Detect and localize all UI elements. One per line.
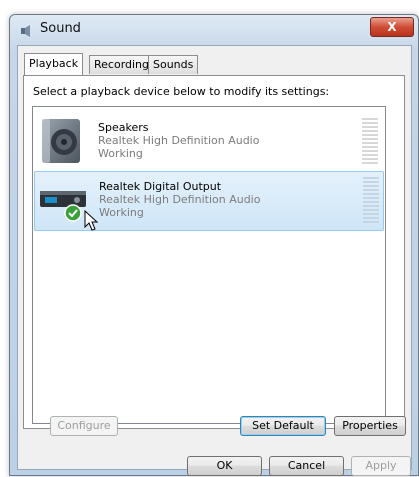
device-status: Working (99, 206, 144, 219)
tab-playback[interactable]: Playback (24, 53, 84, 75)
device-list: Speakers Realtek High Definition Audio W… (32, 106, 386, 424)
device-name: Speakers (98, 121, 149, 134)
tab-sounds[interactable]: Sounds (148, 55, 199, 74)
device-description: Realtek High Definition Audio (98, 134, 260, 147)
device-item-speakers[interactable]: Speakers Realtek High Definition Audio W… (34, 113, 382, 171)
properties-button[interactable]: Properties (334, 416, 406, 436)
tab-recording[interactable]: Recording (89, 55, 155, 74)
device-description: Realtek High Definition Audio (99, 193, 261, 206)
window-title: Sound (40, 21, 81, 36)
apply-button[interactable]: Apply (351, 456, 411, 476)
speaker-volume-icon (21, 25, 30, 37)
device-name: Realtek Digital Output (99, 180, 222, 193)
close-button[interactable]: X (370, 17, 414, 37)
volume-meter (363, 177, 379, 223)
volume-meter (362, 118, 378, 164)
set-default-button[interactable]: Set Default (240, 416, 326, 436)
mouse-pointer-icon (84, 210, 99, 231)
sound-dialog: Sound X Playback Recording Sounds Select… (9, 14, 419, 476)
speaker-icon (42, 119, 80, 163)
digital-output-icon (40, 191, 86, 222)
configure-button[interactable]: Configure (50, 416, 118, 436)
dialog-client-area: Playback Recording Sounds Select a playb… (17, 45, 412, 476)
instruction-text: Select a playback device below to modify… (33, 85, 330, 98)
playback-panel: Select a playback device below to modify… (23, 75, 405, 429)
title-bar[interactable]: Sound X (10, 15, 418, 45)
ok-button[interactable]: OK (187, 456, 262, 476)
cancel-button[interactable]: Cancel (269, 456, 344, 476)
device-status: Working (98, 147, 143, 160)
